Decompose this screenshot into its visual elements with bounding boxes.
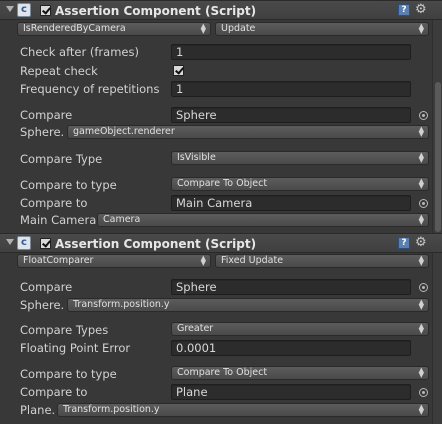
repeat-check-checkbox[interactable] (173, 65, 184, 76)
popup-value: IsRenderedByCamera (23, 23, 126, 34)
component-header[interactable]: c Assertion Component (Script) ? ⚙ (0, 0, 442, 20)
compare-types-popup[interactable]: Greater ▲ ▼ (171, 322, 429, 336)
popup-arrows-icon: ▲ ▼ (418, 254, 424, 267)
popup-arrows-icon: ▲ ▼ (418, 177, 424, 190)
popup-value: Update (221, 23, 256, 34)
compare-to-type-label: Compare to type (20, 178, 117, 192)
popup-arrows-icon: ▲ ▼ (418, 213, 424, 226)
object-picker-icon[interactable] (419, 111, 428, 120)
popup-arrows-icon: ▲ ▼ (418, 322, 424, 335)
popup-value: IsVisible (177, 152, 216, 163)
compare-to-object-field[interactable]: Main Camera (171, 195, 411, 211)
frequency-label: Frequency of repetitions (20, 82, 160, 96)
component-enabled-checkbox[interactable] (40, 238, 51, 249)
plane-property-popup[interactable]: Transform.position.y ▲ ▼ (57, 403, 429, 417)
script-icon: c (17, 236, 31, 250)
frequency-field[interactable]: 1 (171, 81, 411, 97)
compare-object-field[interactable]: Sphere (171, 107, 411, 123)
compare-to-label: Compare to (20, 196, 88, 210)
gear-icon[interactable]: ⚙ (415, 3, 427, 17)
inspector-scrollbar[interactable] (432, 0, 442, 424)
camera-property-popup[interactable]: Camera ▲ ▼ (97, 213, 429, 227)
popup-value: Compare To Object (177, 367, 268, 378)
assertion-type-popup[interactable]: FloatComparer ▲ ▼ (17, 254, 211, 268)
popup-value: Compare To Object (177, 178, 268, 189)
popup-value: Fixed Update (221, 255, 284, 266)
float-error-label: Floating Point Error (20, 341, 131, 355)
help-icon[interactable]: ? (398, 4, 410, 16)
foldout-arrow-icon[interactable] (6, 6, 14, 12)
compare-to-object-field[interactable]: Plane (171, 384, 411, 400)
repeat-check-label: Repeat check (20, 64, 98, 78)
component-enabled-checkbox[interactable] (40, 5, 51, 16)
update-mode-popup[interactable]: Fixed Update ▲ ▼ (215, 254, 429, 268)
popup-arrows-icon: ▲ ▼ (418, 366, 424, 379)
object-picker-icon[interactable] (419, 199, 428, 208)
popup-value: Transform.position.y (63, 404, 160, 415)
popup-value: FloatComparer (23, 255, 94, 266)
compare-object-field[interactable]: Sphere (171, 279, 411, 295)
popup-value: Transform.position.y (73, 299, 170, 310)
popup-arrows-icon: ▲ ▼ (200, 22, 206, 35)
compare-label: Compare (20, 108, 73, 122)
popup-arrows-icon: ▲ ▼ (418, 151, 424, 164)
update-mode-popup[interactable]: Update ▲ ▼ (215, 22, 429, 36)
foldout-arrow-icon[interactable] (6, 239, 14, 245)
assertion-type-popup[interactable]: IsRenderedByCamera ▲ ▼ (17, 22, 211, 36)
sphere-property-popup[interactable]: Transform.position.y ▲ ▼ (67, 298, 429, 312)
check-after-field[interactable]: 1 (171, 44, 411, 60)
float-error-field[interactable]: 0.0001 (171, 340, 411, 356)
popup-value: gameObject.renderer (73, 126, 175, 137)
popup-arrows-icon: ▲ ▼ (200, 254, 206, 267)
popup-arrows-icon: ▲ ▼ (418, 22, 424, 35)
script-icon: c (17, 3, 31, 17)
help-icon[interactable]: ? (398, 237, 410, 249)
compare-label: Compare (20, 280, 73, 294)
compare-type-label: Compare Type (20, 152, 103, 166)
sphere-label: Sphere. (20, 298, 65, 312)
sphere-property-popup[interactable]: gameObject.renderer ▲ ▼ (67, 125, 429, 139)
compare-to-label: Compare to (20, 385, 88, 399)
component-header[interactable]: c Assertion Component (Script) ? ⚙ (0, 233, 442, 253)
compare-type-popup[interactable]: IsVisible ▲ ▼ (171, 151, 429, 165)
gear-icon[interactable]: ⚙ (415, 236, 427, 250)
component-title: Assertion Component (Script) (55, 237, 257, 251)
sphere-label: Sphere. (20, 125, 65, 139)
main-camera-label: Main Camera. (20, 213, 100, 227)
popup-arrows-icon: ▲ ▼ (418, 125, 424, 138)
component-title: Assertion Component (Script) (55, 4, 257, 18)
popup-value: Greater (177, 323, 214, 334)
check-after-label: Check after (frames) (20, 45, 139, 59)
compare-to-type-popup[interactable]: Compare To Object ▲ ▼ (171, 366, 429, 380)
compare-to-type-popup[interactable]: Compare To Object ▲ ▼ (171, 177, 429, 191)
scrollbar-thumb[interactable] (435, 82, 441, 232)
plane-label: Plane. (20, 403, 56, 417)
popup-value: Camera (103, 214, 141, 225)
compare-types-label: Compare Types (20, 323, 109, 337)
object-picker-icon[interactable] (419, 388, 428, 397)
object-picker-icon[interactable] (419, 283, 428, 292)
popup-arrows-icon: ▲ ▼ (418, 403, 424, 416)
compare-to-type-label: Compare to type (20, 367, 117, 381)
popup-arrows-icon: ▲ ▼ (418, 298, 424, 311)
